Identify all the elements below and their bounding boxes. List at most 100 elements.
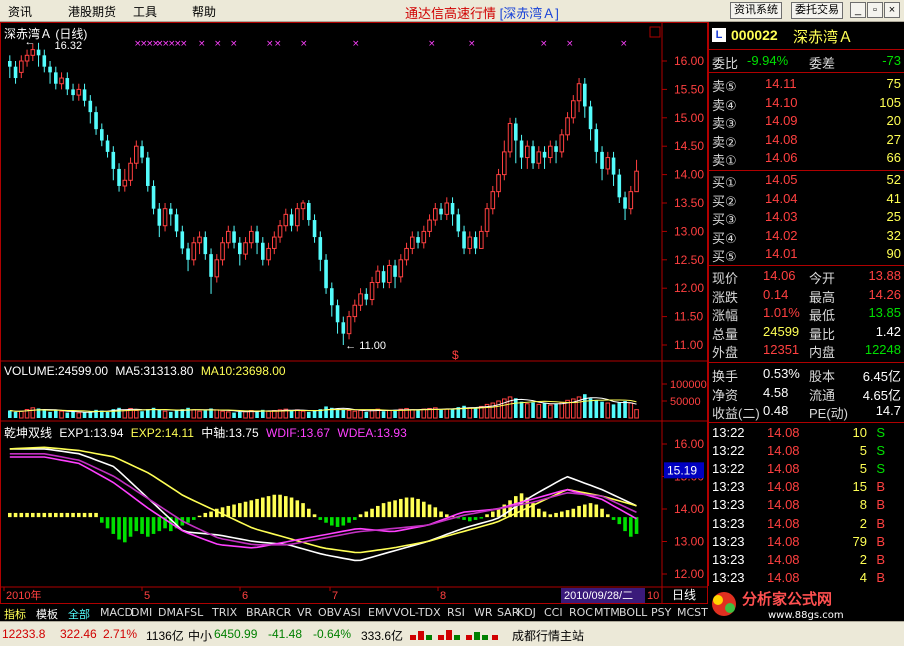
tab-dmi[interactable]: DMI bbox=[131, 606, 152, 619]
bid-volume: 25 bbox=[886, 209, 901, 225]
indicator-histogram-bar bbox=[186, 517, 190, 523]
tab-obv[interactable]: OBV bbox=[318, 606, 341, 619]
tab-macd[interactable]: MACD bbox=[100, 606, 133, 619]
tick-row: 13:23 14.08 2 B bbox=[709, 552, 904, 570]
restore-icon[interactable]: ▫ bbox=[867, 2, 883, 18]
volume-bar bbox=[364, 411, 369, 418]
menu-hk-futures[interactable]: 港股期货 bbox=[68, 3, 116, 20]
info-marker: × bbox=[352, 39, 360, 49]
tab-trix[interactable]: TRIX bbox=[212, 606, 237, 619]
candle-body bbox=[496, 174, 501, 193]
volume-bar bbox=[605, 402, 611, 419]
indicator-histogram-bar bbox=[335, 517, 340, 527]
tab-模板[interactable]: 模板 bbox=[36, 606, 58, 622]
indicator-histogram-bar bbox=[203, 512, 208, 518]
volume-bar bbox=[548, 404, 553, 419]
tick-time: 13:22 bbox=[712, 425, 745, 440]
tick-volume: 5 bbox=[859, 461, 867, 477]
volume-axis-label: 50000 bbox=[670, 396, 701, 408]
close-icon[interactable]: × bbox=[884, 2, 900, 18]
tab-vol-tdx[interactable]: VOL-TDX bbox=[393, 606, 441, 619]
tab-psy[interactable]: PSY bbox=[651, 606, 671, 619]
candle-body bbox=[54, 72, 58, 84]
candle-body bbox=[502, 151, 507, 176]
volume-bar bbox=[289, 410, 294, 418]
indicator-histogram-bar bbox=[565, 510, 570, 518]
volume-bar bbox=[76, 412, 82, 419]
tab-cci[interactable]: CCI bbox=[544, 606, 563, 619]
volume-bar bbox=[8, 410, 12, 418]
tab-roc[interactable]: ROC bbox=[569, 606, 593, 619]
candle-body bbox=[410, 236, 415, 249]
indicator-histogram-bar bbox=[358, 514, 363, 518]
indicator-histogram-bar bbox=[25, 512, 29, 518]
indicator-histogram-bar bbox=[71, 512, 75, 518]
tab-vr[interactable]: VR bbox=[297, 606, 312, 619]
indicator-histogram-bar bbox=[238, 503, 242, 518]
stat-row: 外盘 12351 内盘 12248 bbox=[709, 342, 904, 360]
logo-text: 分析家公式网 bbox=[742, 590, 832, 608]
tab-brar[interactable]: BRAR bbox=[246, 606, 276, 619]
indicator-histogram-bar bbox=[468, 517, 472, 522]
server-name[interactable]: 成都行情主站 bbox=[512, 627, 584, 644]
info-system-button[interactable]: 资讯系统 bbox=[730, 2, 782, 19]
tab-cr[interactable]: CR bbox=[276, 606, 291, 619]
indicator-histogram-bar bbox=[13, 512, 18, 518]
volume-bar bbox=[519, 401, 524, 418]
candle-body bbox=[571, 100, 576, 119]
menu-info[interactable]: 资讯 bbox=[8, 3, 32, 20]
info-marker: × bbox=[274, 39, 282, 49]
volume-bar bbox=[226, 411, 231, 419]
tab-mtm[interactable]: MTM bbox=[594, 606, 620, 619]
candle-body bbox=[531, 146, 535, 164]
bid-row: 买⑤ 14.01 90 bbox=[709, 246, 904, 264]
candle-body bbox=[490, 191, 496, 210]
tab-指标[interactable]: 指标 bbox=[4, 606, 26, 622]
price-axis-label: 14.00 bbox=[674, 168, 704, 182]
candle-body bbox=[525, 145, 530, 159]
chart-area[interactable]: 16.00 15.50 15.00 14.50 14.00 13.50 13.00 12.50… bbox=[0, 22, 708, 620]
indicator-histogram-bar bbox=[278, 494, 282, 518]
candle-body bbox=[634, 170, 639, 193]
info-marker: × bbox=[428, 39, 436, 49]
tab-dma[interactable]: DMA bbox=[158, 606, 184, 619]
indicator-axis-label: 14.00 bbox=[674, 502, 704, 516]
tick-volume: 5 bbox=[859, 443, 867, 459]
tab-wr[interactable]: WR bbox=[474, 606, 493, 619]
candle-body bbox=[330, 288, 334, 306]
indicator-histogram-bar bbox=[105, 517, 110, 529]
candle-body bbox=[277, 225, 283, 238]
tab-sar[interactable]: SAR bbox=[497, 606, 519, 619]
stat-value: 4.58 bbox=[763, 384, 789, 400]
menu-help[interactable]: 帮助 bbox=[192, 3, 216, 20]
stat-value: 14.26 bbox=[868, 286, 901, 302]
indicator-wdif-line bbox=[9, 456, 637, 549]
volume-bar bbox=[536, 403, 542, 419]
indicator-histogram-bar bbox=[381, 503, 386, 518]
tab-emv[interactable]: EMV bbox=[368, 606, 392, 619]
volume-bar bbox=[54, 409, 58, 418]
tick-side: B bbox=[876, 497, 885, 513]
quote-panel: L 000022 深赤湾Ａ 委比 -9.94% 委差 -73 卖⑤ 14.11 75 卖④ 14… bbox=[708, 22, 904, 622]
volume-bar bbox=[542, 403, 547, 418]
indicator-tab-bar: 指标 模板 全部 MACD DMI DMA FSL TRIX BRAR CR VR OBV ASI EMV… bbox=[0, 603, 708, 621]
menu-tools[interactable]: 工具 bbox=[133, 3, 157, 20]
tab-asi[interactable]: ASI bbox=[343, 606, 361, 619]
chart-canvas[interactable]: 16.00 15.50 15.00 14.50 14.00 13.50 13.00 12.50… bbox=[0, 22, 708, 604]
trade-button[interactable]: 委托交易 bbox=[791, 2, 843, 19]
chart-option-box bbox=[649, 26, 661, 38]
tab-fsl[interactable]: FSL bbox=[184, 606, 203, 619]
candle-body bbox=[30, 49, 36, 56]
minimize-icon[interactable]: _ bbox=[850, 2, 866, 18]
tab-全部[interactable]: 全部 bbox=[68, 606, 90, 622]
candle-body bbox=[94, 112, 98, 130]
diff-value: -73 bbox=[882, 53, 901, 68]
indicator-histogram-bar bbox=[36, 512, 41, 518]
indicator-exp2: EXP2:14.11 bbox=[130, 426, 194, 440]
indicator-histogram-bar bbox=[537, 508, 541, 518]
indicator-histogram-bar bbox=[433, 507, 438, 518]
tab-rsi[interactable]: RSI bbox=[447, 606, 465, 619]
tab-mcst[interactable]: MCST bbox=[677, 606, 708, 619]
tab-boll[interactable]: BOLL bbox=[619, 606, 647, 619]
tab-kdj[interactable]: KDJ bbox=[517, 606, 536, 619]
